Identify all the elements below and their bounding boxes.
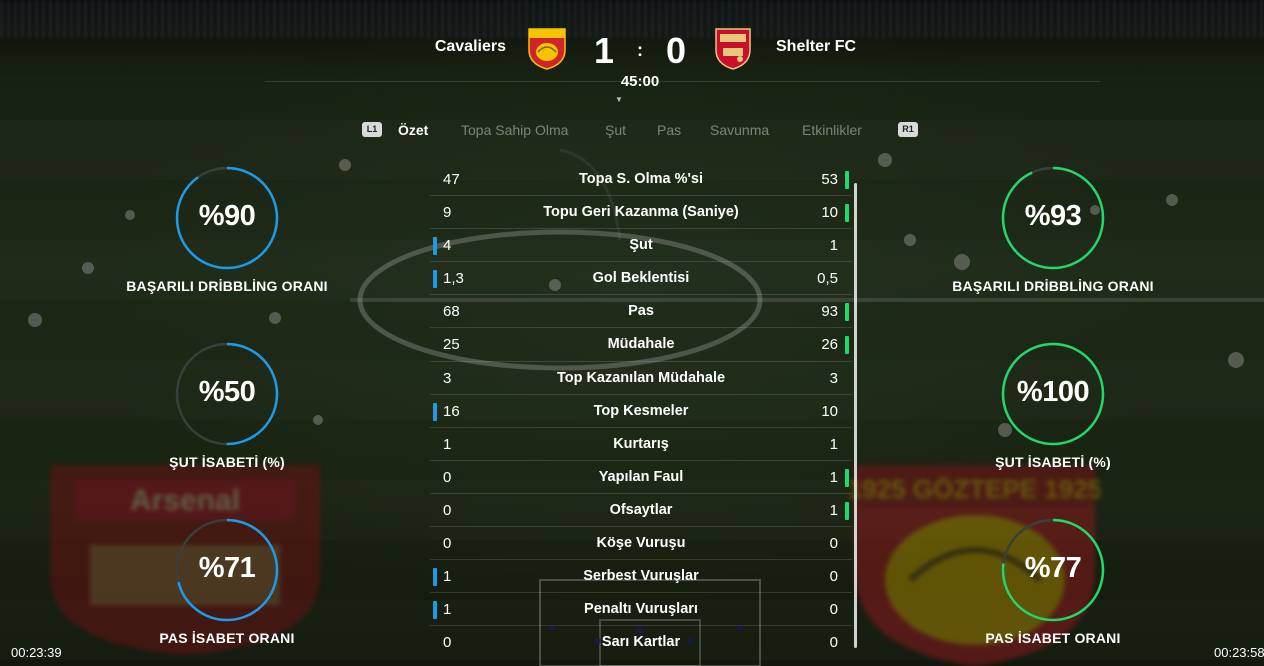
away-leader-bar bbox=[845, 501, 849, 520]
home-dribbling-ring: %90 BAŞARILI DRİBBLİNG ORANI bbox=[117, 166, 337, 294]
stat-row: 25 Müdahale 26 bbox=[430, 328, 852, 362]
away-stat-value: 10 bbox=[821, 204, 838, 222]
stat-row: 0 Yapılan Faul 1 bbox=[430, 461, 852, 494]
stats-tab-bar: L1 Özet Topa Sahip Olma Şut Pas Savunma … bbox=[0, 121, 1264, 141]
home-leader-bar bbox=[433, 601, 437, 620]
tab-topa-sahip-olma[interactable]: Topa Sahip Olma bbox=[461, 122, 568, 138]
tab-sut[interactable]: Şut bbox=[605, 122, 626, 138]
ring-value: %90 bbox=[198, 200, 256, 232]
away-stat-value: 1 bbox=[829, 501, 838, 519]
away-dribbling-ring: %93 BAŞARILI DRİBBLİNG ORANI bbox=[943, 166, 1163, 294]
away-stat-value: 93 bbox=[821, 303, 838, 321]
stats-scrollbar[interactable] bbox=[854, 183, 857, 648]
tab-ozet[interactable]: Özet bbox=[398, 122, 428, 138]
away-stat-value: 0,5 bbox=[817, 270, 838, 288]
away-stat-value: 1 bbox=[829, 435, 838, 453]
ring-label: ŞUT İSABETİ (%) bbox=[169, 454, 285, 470]
timestamp-right: 00:23:58 bbox=[1214, 645, 1264, 660]
stat-row: 1,3 Gol Beklentisi 0,5 bbox=[430, 262, 852, 296]
stat-name: Köşe Vuruşu bbox=[596, 535, 686, 552]
ring-label: PAS İSABET ORANI bbox=[159, 630, 295, 646]
stat-row: 1 Penaltı Vuruşları 0 bbox=[430, 593, 852, 627]
stat-name: Kurtarış bbox=[613, 435, 669, 452]
scoreboard-header: Cavaliers 1 : 0 Shelter FC bbox=[0, 26, 1264, 72]
stat-row: 1 Serbest Vuruşlar 0 bbox=[430, 560, 852, 594]
ring-value: %77 bbox=[1024, 552, 1082, 584]
away-stat-value: 1 bbox=[829, 468, 838, 486]
stat-name: Top Kesmeler bbox=[593, 402, 689, 419]
away-stat-value: 26 bbox=[821, 336, 838, 354]
away-leader-bar bbox=[845, 171, 849, 189]
away-leader-bar bbox=[845, 303, 849, 322]
away-stat-value: 10 bbox=[821, 402, 838, 420]
l1-button[interactable]: L1 bbox=[362, 122, 382, 137]
away-team-name: Shelter FC bbox=[776, 38, 857, 55]
stat-row: 1 Kurtarış 1 bbox=[430, 428, 852, 461]
match-clock: 45:00 bbox=[620, 73, 660, 90]
away-score: 0 bbox=[665, 30, 687, 71]
away-stat-value: 1 bbox=[829, 237, 838, 255]
home-leader-bar bbox=[433, 270, 437, 289]
stat-name: Gol Beklentisi bbox=[592, 270, 690, 287]
stat-name: Müdahale bbox=[607, 336, 675, 353]
away-stat-value: 0 bbox=[829, 634, 838, 652]
tab-pas[interactable]: Pas bbox=[657, 122, 681, 138]
ring-label: BAŞARILI DRİBBLİNG ORANI bbox=[952, 278, 1154, 294]
ring-value: %100 bbox=[1016, 376, 1090, 408]
away-pass-accuracy-ring: %77 PAS İSABET ORANI bbox=[943, 518, 1163, 646]
away-stat-value: 53 bbox=[821, 171, 838, 188]
stat-row: 4 Şut 1 bbox=[430, 229, 852, 263]
stat-name: Sarı Kartlar bbox=[601, 634, 681, 651]
score-separator: : bbox=[637, 40, 643, 60]
goztepe-crest-icon bbox=[528, 28, 566, 70]
stat-name: Top Kazanılan Müdahale bbox=[556, 369, 726, 386]
clock-caret-icon: ▼ bbox=[615, 95, 623, 104]
stat-name: Pas bbox=[628, 303, 654, 320]
ring-label: PAS İSABET ORANI bbox=[985, 630, 1121, 646]
stat-name: Penaltı Vuruşları bbox=[584, 601, 698, 618]
stat-row: 0 Sarı Kartlar 0 bbox=[430, 626, 852, 659]
away-stat-value: 0 bbox=[829, 535, 838, 553]
away-leader-bar bbox=[845, 336, 849, 355]
stat-row: 47 Topa S. Olma %'si 53 bbox=[430, 163, 852, 197]
home-leader-bar bbox=[433, 568, 437, 587]
stat-row: 9 Topu Geri Kazanma (Saniye) 10 bbox=[430, 196, 852, 230]
away-stat-value: 0 bbox=[829, 601, 838, 619]
stat-name: Yapılan Faul bbox=[598, 468, 684, 485]
ring-label: BAŞARILI DRİBBLİNG ORANI bbox=[126, 278, 328, 294]
stats-table[interactable]: 47 Topa S. Olma %'si 53 9 Topu Geri Kazanma… bbox=[430, 163, 852, 659]
stat-name: Ofsaytlar bbox=[609, 501, 673, 518]
timestamp-left: 00:23:39 bbox=[11, 645, 62, 660]
ring-value: %71 bbox=[198, 552, 256, 584]
away-stat-value: 3 bbox=[829, 369, 838, 387]
stat-name: Şut bbox=[629, 237, 653, 254]
ring-value: %93 bbox=[1024, 200, 1082, 232]
ring-label: ŞUT İSABETİ (%) bbox=[995, 454, 1111, 470]
home-pass-accuracy-ring: %71 PAS İSABET ORANI bbox=[117, 518, 337, 646]
stat-row: 0 Ofsaytlar 1 bbox=[430, 494, 852, 528]
tab-savunma[interactable]: Savunma bbox=[710, 122, 769, 138]
home-leader-bar bbox=[433, 402, 437, 421]
stat-name: Topu Geri Kazanma (Saniye) bbox=[543, 204, 739, 221]
home-score: 1 bbox=[593, 30, 615, 71]
tab-etkinlikler[interactable]: Etkinlikler bbox=[802, 122, 862, 138]
stat-name: Serbest Vuruşlar bbox=[583, 568, 699, 585]
stat-row: 3 Top Kazanılan Müdahale 3 bbox=[430, 362, 852, 395]
ring-value: %50 bbox=[198, 376, 256, 408]
home-shot-accuracy-ring: %50 ŞUT İSABETİ (%) bbox=[117, 342, 337, 470]
away-shot-accuracy-ring: %100 ŞUT İSABETİ (%) bbox=[943, 342, 1163, 470]
home-team-name: Cavaliers bbox=[434, 38, 506, 55]
home-leader-bar bbox=[433, 237, 437, 256]
away-leader-bar bbox=[845, 204, 849, 223]
away-leader-bar bbox=[845, 468, 849, 487]
stat-row: 68 Pas 93 bbox=[430, 295, 852, 329]
stat-row: 16 Top Kesmeler 10 bbox=[430, 395, 852, 428]
arsenal-crest-icon bbox=[715, 28, 751, 70]
stat-name: Topa S. Olma %'si bbox=[578, 171, 704, 187]
r1-button[interactable]: R1 bbox=[898, 122, 918, 137]
stat-row: 0 Köşe Vuruşu 0 bbox=[430, 527, 852, 561]
away-stat-value: 0 bbox=[829, 568, 838, 586]
